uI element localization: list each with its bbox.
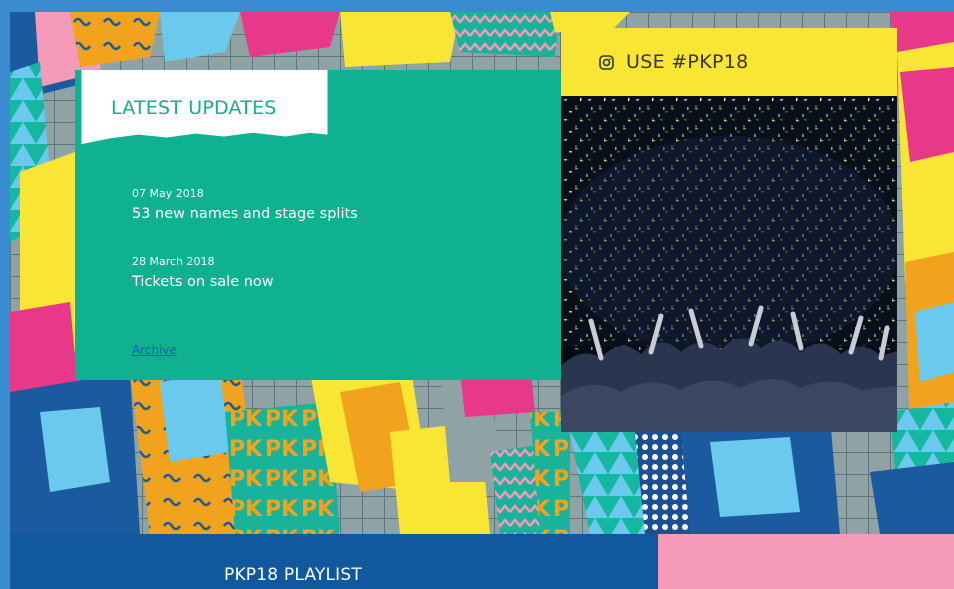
- instagram-hashtag-label[interactable]: USE #PKP18: [626, 51, 748, 73]
- pink-block: [658, 534, 954, 589]
- news-date: 07 May 2018: [132, 187, 204, 200]
- playlist-title: PKP18 PLAYLIST: [224, 565, 362, 585]
- news-title-link[interactable]: Tickets on sale now: [132, 274, 274, 290]
- archive-link[interactable]: Archive: [132, 343, 177, 357]
- news-date: 28 March 2018: [132, 255, 215, 268]
- updates-title: LATEST UPDATES: [111, 97, 277, 119]
- news-item[interactable]: 07 May 2018 53 new names and stage split…: [132, 187, 358, 222]
- hero-collage-section: PK: [10, 12, 954, 589]
- instagram-icon[interactable]: [599, 55, 614, 70]
- news-title-link[interactable]: 53 new names and stage splits: [132, 206, 358, 222]
- instagram-photo[interactable]: [561, 96, 897, 432]
- news-item[interactable]: 28 March 2018 Tickets on sale now: [132, 255, 274, 290]
